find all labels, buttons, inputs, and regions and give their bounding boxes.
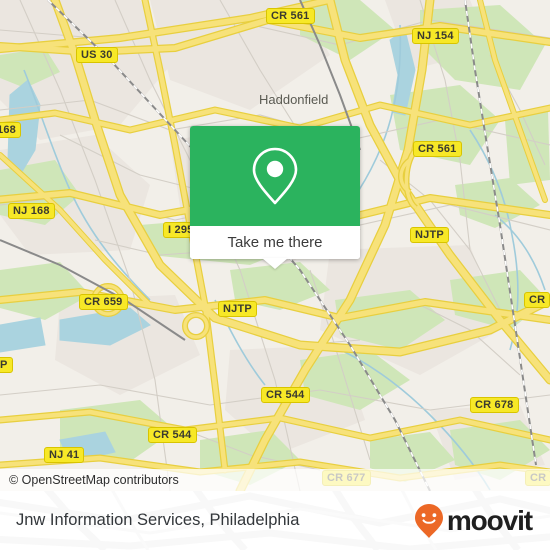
popup-pointer-tail bbox=[262, 258, 288, 269]
road-shield: NJ 41 bbox=[44, 447, 85, 463]
place-title: Jnw Information Services, Philadelphia bbox=[16, 511, 300, 529]
road-shield: CR 561 bbox=[266, 8, 315, 24]
moovit-logo[interactable]: moovit bbox=[414, 503, 533, 539]
take-me-there-button[interactable]: Take me there bbox=[190, 226, 360, 259]
road-shield: CR 544 bbox=[261, 387, 310, 403]
popup-icon-area bbox=[190, 126, 360, 226]
map-attribution: © OpenStreetMap contributors bbox=[0, 469, 550, 491]
place-popup-card[interactable]: Take me there bbox=[190, 126, 360, 259]
road-shield: CR 544 bbox=[148, 427, 197, 443]
road-shield: NJTP bbox=[410, 227, 449, 243]
moovit-place-card-screenshot: CR 561 NJ 154 US 30 168 CR 561 NJ 168 I … bbox=[0, 0, 550, 550]
footer-bar: Jnw Information Services, Philadelphia m… bbox=[0, 491, 550, 550]
take-me-there-label: Take me there bbox=[227, 234, 323, 251]
city-label-haddonfield: Haddonfield bbox=[259, 92, 329, 107]
road-shield: CR 678 bbox=[470, 397, 519, 413]
map-attribution-text: © OpenStreetMap contributors bbox=[9, 473, 179, 487]
road-shield: CR bbox=[524, 292, 550, 308]
road-shield: 168 bbox=[0, 122, 21, 138]
road-shield: CR 561 bbox=[413, 141, 462, 157]
road-shield: NJ 154 bbox=[412, 28, 459, 44]
road-shield: US 30 bbox=[76, 47, 118, 63]
map-pin-icon bbox=[252, 147, 298, 205]
road-shield: P bbox=[0, 357, 13, 373]
road-shield: CR 659 bbox=[79, 294, 128, 310]
moovit-wordmark: moovit bbox=[446, 504, 533, 536]
road-shield: NJTP bbox=[218, 301, 257, 317]
road-shield: NJ 168 bbox=[8, 203, 55, 219]
footer-content: Jnw Information Services, Philadelphia m… bbox=[0, 491, 550, 550]
moovit-smiley-pin-icon bbox=[414, 503, 443, 538]
